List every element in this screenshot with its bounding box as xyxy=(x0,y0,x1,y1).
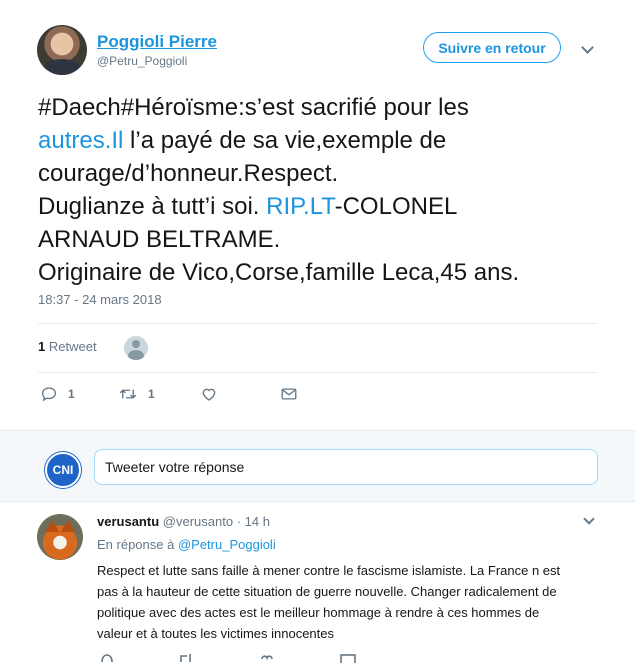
in-reply-prefix: En réponse à xyxy=(97,537,178,552)
retweet-action-count: 1 xyxy=(148,387,155,401)
retweeter-avatar[interactable] xyxy=(124,336,148,360)
tweet-text-segment: ARNAUD BELTRAME. xyxy=(38,226,281,253)
reply-reply-icon[interactable] xyxy=(100,650,114,668)
tweet-text-line: autres.Il l’a payé de sa vie,exemple de xyxy=(38,124,618,157)
reply-text-line: pas à la hauteur de cette situation de g… xyxy=(97,584,557,599)
reply-count: 1 xyxy=(68,387,75,401)
tweet-link[interactable]: autres.Il xyxy=(38,127,123,154)
reply-author-name[interactable]: verusantu xyxy=(97,514,159,529)
reply-text-line: valeur et à toutes les victimes innocent… xyxy=(97,626,335,641)
reply-author-handle[interactable]: @verusanto xyxy=(163,514,233,529)
author-name[interactable]: Poggioli Pierre xyxy=(97,32,217,52)
retweet-stats[interactable]: 1 Retweet xyxy=(38,339,97,354)
in-reply-to: En réponse à @Petru_Poggioli xyxy=(97,537,276,552)
retweet-label: Retweet xyxy=(48,339,97,354)
tweet-link[interactable]: RIP.LT xyxy=(266,193,334,220)
reply-icon xyxy=(40,385,58,403)
tweet-text-segment: courage/d’honneur.Respect. xyxy=(38,160,339,187)
tweet-text-segment: l’a payé de sa vie,exemple de xyxy=(123,127,447,154)
chevron-down-icon[interactable] xyxy=(581,41,594,54)
retweet-action[interactable]: 1 xyxy=(118,385,155,403)
tweet-text-segment: Originaire de Vico,Corse,famille Leca,45… xyxy=(38,259,520,286)
reply-chevron-down-icon[interactable] xyxy=(583,513,595,525)
tweet-text: #Daech#Héroïsme:s’est sacrifié pour les a… xyxy=(38,91,618,289)
reply-envelope-icon[interactable] xyxy=(340,650,356,668)
tweet-text-segment: Duglianze à tutt’i soi. xyxy=(38,193,267,220)
reply-text-line: Respect et lutte sans faille à mener con… xyxy=(97,563,561,578)
in-reply-handle[interactable]: @Petru_Poggioli xyxy=(178,537,276,552)
tweet-text-line: courage/d’honneur.Respect. xyxy=(38,157,618,190)
reply-heart-icon[interactable] xyxy=(260,650,274,668)
tweet-text-segment: #Daech#Héroïsme:s’est sacrifié pour les xyxy=(38,94,469,121)
tweet-text-line: Duglianze à tutt’i soi. RIP.LT-COLONEL xyxy=(38,190,618,223)
divider xyxy=(38,323,598,324)
retweet-icon xyxy=(118,385,138,403)
reply-input[interactable]: Tweeter votre réponse xyxy=(94,449,598,485)
heart-icon xyxy=(200,385,218,403)
tweet-text-segment: -COLONEL xyxy=(334,193,458,220)
divider xyxy=(38,372,598,373)
direct-message-action[interactable] xyxy=(280,385,298,403)
envelope-icon xyxy=(280,385,298,403)
tweet-text-line: ARNAUD BELTRAME. xyxy=(38,223,618,256)
reply-text-line: politique avec des actes est le meilleur… xyxy=(97,605,540,620)
tweet-text-line: Originaire de Vico,Corse,famille Leca,45… xyxy=(38,256,618,289)
user-avatar[interactable]: CNI xyxy=(45,452,81,488)
follow-back-button[interactable]: Suivre en retour xyxy=(423,32,561,63)
reply-separator: · xyxy=(236,514,242,529)
author-handle[interactable]: @Petru_Poggioli xyxy=(97,54,187,68)
tweet-text-line: #Daech#Héroïsme:s’est sacrifié pour les xyxy=(38,91,618,124)
reply-author-avatar[interactable] xyxy=(37,514,83,560)
retweet-count: 1 xyxy=(38,339,46,354)
tweet-timestamp[interactable]: 18:37 - 24 mars 2018 xyxy=(38,292,162,307)
reply-action[interactable]: 1 xyxy=(40,385,75,403)
reply-retweet-icon[interactable] xyxy=(178,650,194,668)
reply-author[interactable]: verusantu @verusanto · 14 h xyxy=(97,514,270,529)
reply-time[interactable]: 14 h xyxy=(245,514,270,529)
author-avatar[interactable] xyxy=(37,25,87,75)
like-action[interactable] xyxy=(200,385,218,403)
reply-text: Respect et lutte sans faille à mener con… xyxy=(97,560,607,644)
